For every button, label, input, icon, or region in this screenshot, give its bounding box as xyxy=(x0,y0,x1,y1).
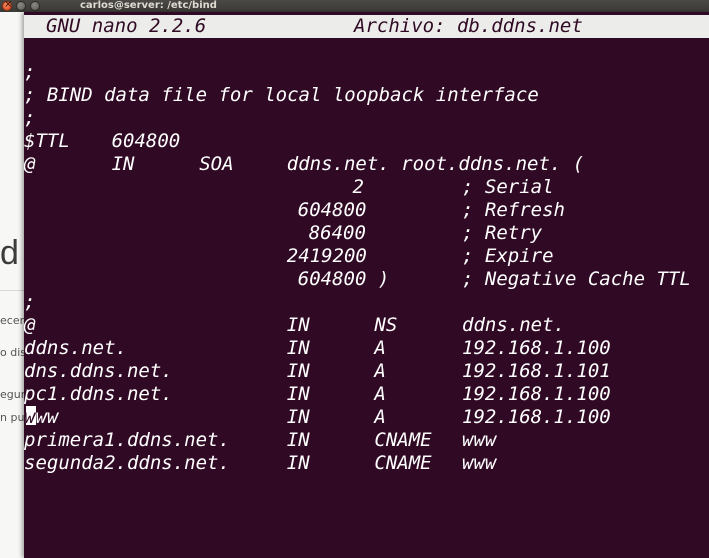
editor-line[interactable]: @ IN SOA ddns.net. root.ddns.net. ( xyxy=(24,153,709,176)
line-token: pc1.ddns.net. xyxy=(24,383,173,405)
line-token: ddns.net. xyxy=(24,337,127,359)
editor-line[interactable]: primera1.ddns.net. IN CNAME www xyxy=(24,429,709,452)
line-token: @ xyxy=(24,153,36,175)
editor-line[interactable]: 2419200 ; Expire xyxy=(24,245,709,268)
line-token: 2 xyxy=(352,176,364,198)
editor-line[interactable]: ; xyxy=(24,291,709,314)
editor-line[interactable]: 604800 ; Refresh xyxy=(24,199,709,222)
line-token: ; Retry xyxy=(462,222,543,244)
line-token: ; Serial xyxy=(462,176,554,198)
line-token: ddns.net. root.ddns.net. ( xyxy=(286,153,585,175)
editor-line[interactable]: 604800 ) ; Negative Cache TTL xyxy=(24,268,709,291)
line-token: 192.168.1.100 xyxy=(462,383,611,405)
line-token: IN xyxy=(286,360,310,382)
line-token: IN xyxy=(286,429,310,451)
window-title-bar[interactable]: carlos@server: /etc/bind xyxy=(0,0,709,12)
line-token: ; xyxy=(24,61,36,83)
editor-line[interactable]: ; xyxy=(24,61,709,84)
line-token: A xyxy=(374,360,386,382)
editor-line[interactable]: dns.ddns.net. IN A 192.168.1.101 xyxy=(24,360,709,383)
line-token: SOA xyxy=(199,153,234,175)
line-token: IN xyxy=(286,452,310,474)
background-text-fragment: n pu xyxy=(0,411,25,424)
terminal-window[interactable]: GNU nano 2.2.6 Archivo: db.ddns.net ;; B… xyxy=(24,12,709,558)
line-token: 604800 ) xyxy=(297,268,390,290)
background-text-fragment: ecen xyxy=(0,314,27,327)
line-token: 192.168.1.100 xyxy=(462,406,611,428)
line-token: CNAME xyxy=(374,452,432,474)
line-token: A xyxy=(374,383,386,405)
line-token: A xyxy=(374,406,386,428)
editor-line[interactable]: www w IN A 192.168.1.100 xyxy=(24,406,709,429)
window-title: carlos@server: /etc/bind xyxy=(80,0,217,11)
background-text-fragment: o dis xyxy=(0,346,26,359)
line-token: ; xyxy=(24,107,36,129)
line-token: ddns.net. xyxy=(462,314,565,336)
line-token: IN xyxy=(111,153,135,175)
line-token: ; Negative Cache TTL xyxy=(462,268,691,290)
line-token: ; xyxy=(24,291,36,313)
line-token: @ xyxy=(24,314,36,336)
line-token: 2419200 xyxy=(286,245,367,267)
line-token: 192.168.1.100 xyxy=(462,337,611,359)
line-token: $TTL xyxy=(24,130,70,152)
editor-line[interactable]: ddns.net. IN A 192.168.1.100 xyxy=(24,337,709,360)
line-token: ; Refresh xyxy=(462,199,565,221)
line-token: www xyxy=(462,429,497,451)
line-token: A xyxy=(374,337,386,359)
nano-file-name: Archivo: db.ddns.net xyxy=(354,15,583,37)
line-token: IN xyxy=(286,383,310,405)
line-token: 192.168.1.101 xyxy=(462,360,611,382)
minimize-window-button[interactable] xyxy=(16,1,26,11)
line-token: ; BIND data file for local loopback inte… xyxy=(24,84,539,106)
editor-line[interactable]: 2 ; Serial xyxy=(24,176,709,199)
editor-line[interactable]: pc1.ddns.net. IN A 192.168.1.100 xyxy=(24,383,709,406)
background-heading-fragment: d xyxy=(0,234,19,272)
editor-line[interactable]: segunda2.ddns.net. IN CNAME www xyxy=(24,452,709,475)
editor-line[interactable]: $TTL 604800 xyxy=(24,130,709,153)
nano-version: GNU nano 2.2.6 xyxy=(46,15,207,37)
line-token: 604800 xyxy=(297,199,367,221)
line-token: segunda2.ddns.net. xyxy=(24,452,230,474)
editor-line[interactable]: @ IN NS ddns.net. xyxy=(24,314,709,337)
maximize-window-button[interactable] xyxy=(30,1,40,11)
editor-line[interactable]: 86400 ; Retry xyxy=(24,222,709,245)
line-token: www xyxy=(462,452,497,474)
nano-header-bar: GNU nano 2.2.6 Archivo: db.ddns.net xyxy=(24,15,709,38)
line-token: 86400 xyxy=(308,222,366,244)
editor-line[interactable]: ; xyxy=(24,107,709,130)
editor-buffer[interactable]: ;; BIND data file for local loopback int… xyxy=(24,61,709,475)
line-token: IN xyxy=(286,314,310,336)
line-token: dns.ddns.net. xyxy=(24,360,173,382)
line-token: ; Expire xyxy=(462,245,554,267)
line-token: IN xyxy=(286,337,310,359)
line-token: CNAME xyxy=(374,429,432,451)
line-token: primera1.ddns.net. xyxy=(24,429,230,451)
cursor-character: w xyxy=(24,406,36,428)
editor-line[interactable]: ; BIND data file for local loopback inte… xyxy=(24,84,709,107)
line-token: IN xyxy=(286,406,310,428)
close-window-button[interactable] xyxy=(2,0,12,11)
line-token: NS xyxy=(374,314,398,336)
line-token: 604800 xyxy=(111,130,181,152)
